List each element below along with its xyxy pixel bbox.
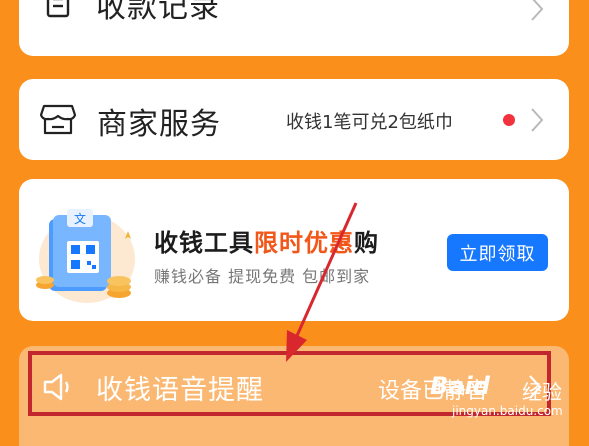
watermark-brand-suffix: 经验 — [522, 380, 562, 404]
watermark-url: jingyan.baidu.com — [452, 404, 563, 418]
watermark-brand: Baid — [430, 372, 490, 400]
baidu-jingyan-watermark: Baid 经验 jingyan.baidu.com — [430, 362, 580, 422]
